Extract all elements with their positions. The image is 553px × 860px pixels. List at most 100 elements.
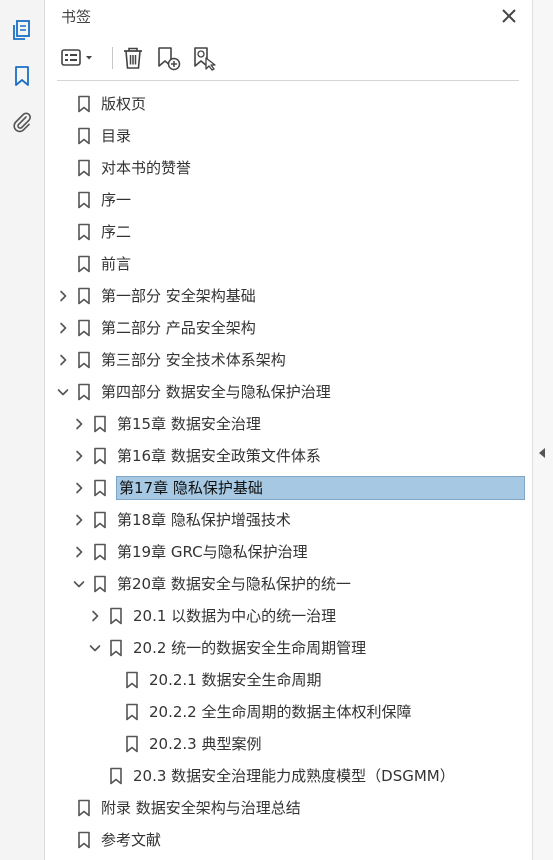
collapse-panel-icon[interactable] bbox=[537, 446, 547, 460]
bookmark-icon bbox=[94, 575, 106, 593]
bookmark-label: 第20章 数据安全与隐私保护的统一 bbox=[117, 575, 351, 593]
bookmark-label: 第16章 数据安全政策文件体系 bbox=[117, 447, 321, 465]
bookmark-icon bbox=[94, 447, 106, 465]
bookmark-label: 20.2 统一的数据安全生命周期管理 bbox=[133, 639, 367, 657]
bookmark-label: 序一 bbox=[101, 191, 132, 209]
bookmarks-panel: 书签 版权页 目录 对本书的赞誉 序一 序二 前言 第一部分 安全架构基础 第二… bbox=[45, 0, 532, 860]
bookmark-item[interactable]: 第19章 GRC与隐私保护治理 bbox=[45, 536, 532, 568]
bookmark-icon bbox=[126, 735, 138, 753]
bookmark-icon bbox=[78, 799, 90, 817]
chevron-right-icon[interactable] bbox=[72, 449, 86, 463]
bookmark-icon bbox=[78, 351, 90, 369]
bookmark-label: 第15章 数据安全治理 bbox=[117, 415, 261, 433]
new-bookmark-icon[interactable] bbox=[153, 44, 183, 72]
bookmark-label: 第一部分 安全架构基础 bbox=[101, 287, 256, 305]
bookmark-icon bbox=[78, 159, 90, 177]
bookmarks-icon[interactable] bbox=[10, 64, 34, 88]
bookmark-label: 参考文献 bbox=[101, 831, 162, 849]
bookmark-item[interactable]: 20.2.1 数据安全生命周期 bbox=[45, 664, 532, 696]
bookmark-icon bbox=[126, 703, 138, 721]
options-menu-button[interactable] bbox=[59, 44, 97, 72]
bookmark-icon bbox=[110, 767, 122, 785]
bookmark-label: 20.2.2 全生命周期的数据主体权利保障 bbox=[149, 703, 412, 721]
bookmark-label: 20.1 以数据为中心的统一治理 bbox=[133, 607, 337, 625]
bookmark-item[interactable]: 序二 bbox=[45, 216, 532, 248]
side-rail bbox=[0, 0, 45, 860]
bookmark-item[interactable]: 20.2 统一的数据安全生命周期管理 bbox=[45, 632, 532, 664]
bookmark-label: 前言 bbox=[101, 255, 132, 273]
bookmark-item[interactable]: 附录 数据安全架构与治理总结 bbox=[45, 792, 532, 824]
bookmark-label: 第三部分 安全技术体系架构 bbox=[101, 351, 286, 369]
close-icon[interactable] bbox=[498, 5, 520, 27]
document-edge bbox=[533, 0, 553, 860]
page-thumbnails-icon[interactable] bbox=[10, 18, 34, 42]
bookmark-item[interactable]: 20.3 数据安全治理能力成熟度模型（DSGMM） bbox=[45, 760, 532, 792]
bookmark-icon bbox=[78, 831, 90, 849]
bookmark-icon bbox=[78, 383, 90, 401]
chevron-right-icon[interactable] bbox=[72, 513, 86, 527]
bookmark-item[interactable]: 第20章 数据安全与隐私保护的统一 bbox=[45, 568, 532, 600]
bookmark-icon bbox=[126, 671, 138, 689]
bookmark-item[interactable]: 前言 bbox=[45, 248, 532, 280]
find-current-bookmark-icon[interactable] bbox=[189, 44, 219, 72]
toolbar-divider bbox=[57, 80, 519, 81]
bookmark-icon bbox=[94, 543, 106, 561]
bookmark-item[interactable]: 第18章 隐私保护增强技术 bbox=[45, 504, 532, 536]
panel-title: 书签 bbox=[61, 8, 92, 26]
bookmark-item[interactable]: 20.1 以数据为中心的统一治理 bbox=[45, 600, 532, 632]
bookmark-label: 20.3 数据安全治理能力成熟度模型（DSGMM） bbox=[133, 767, 455, 785]
bookmark-item[interactable]: 20.2.2 全生命周期的数据主体权利保障 bbox=[45, 696, 532, 728]
bookmark-item[interactable]: 版权页 bbox=[45, 88, 532, 120]
bookmark-item[interactable]: 对本书的赞誉 bbox=[45, 152, 532, 184]
bookmark-icon bbox=[94, 511, 106, 529]
bookmark-item-selected[interactable]: 第17章 隐私保护基础 bbox=[45, 472, 532, 504]
bookmark-label: 20.2.3 典型案例 bbox=[149, 735, 262, 753]
chevron-down-icon[interactable] bbox=[72, 577, 86, 591]
bookmark-label: 附录 数据安全架构与治理总结 bbox=[101, 799, 301, 817]
bookmark-item[interactable]: 第16章 数据安全政策文件体系 bbox=[45, 440, 532, 472]
bookmark-item[interactable]: 参考文献 bbox=[45, 824, 532, 856]
bookmark-label: 第19章 GRC与隐私保护治理 bbox=[117, 543, 308, 561]
bookmark-label: 第18章 隐私保护增强技术 bbox=[117, 511, 291, 529]
bookmark-icon bbox=[78, 255, 90, 273]
bookmark-icon bbox=[94, 479, 106, 497]
bookmark-item[interactable]: 20.2.3 典型案例 bbox=[45, 728, 532, 760]
bookmark-item[interactable]: 序一 bbox=[45, 184, 532, 216]
bookmark-icon bbox=[94, 415, 106, 433]
bookmark-label: 第17章 隐私保护基础 bbox=[116, 476, 525, 500]
chevron-right-icon[interactable] bbox=[56, 289, 70, 303]
attachments-icon[interactable] bbox=[10, 110, 34, 134]
bookmark-label: 目录 bbox=[101, 127, 132, 145]
bookmark-icon bbox=[78, 191, 90, 209]
bookmark-item[interactable]: 第15章 数据安全治理 bbox=[45, 408, 532, 440]
bookmark-label: 第四部分 数据安全与隐私保护治理 bbox=[101, 383, 331, 401]
bookmark-label: 第二部分 产品安全架构 bbox=[101, 319, 256, 337]
bookmark-icon bbox=[78, 319, 90, 337]
chevron-right-icon[interactable] bbox=[56, 321, 70, 335]
bookmark-icon bbox=[110, 639, 122, 657]
delete-bookmark-icon[interactable] bbox=[119, 44, 147, 72]
chevron-right-icon[interactable] bbox=[72, 545, 86, 559]
chevron-right-icon[interactable] bbox=[72, 481, 86, 495]
chevron-right-icon[interactable] bbox=[72, 417, 86, 431]
bookmark-icon bbox=[78, 223, 90, 241]
bookmark-icon bbox=[78, 287, 90, 305]
bookmark-item[interactable]: 第三部分 安全技术体系架构 bbox=[45, 344, 532, 376]
bookmark-label: 版权页 bbox=[101, 95, 147, 113]
bookmark-item[interactable]: 第一部分 安全架构基础 bbox=[45, 280, 532, 312]
bookmark-item[interactable]: 第二部分 产品安全架构 bbox=[45, 312, 532, 344]
bookmark-label: 序二 bbox=[101, 223, 132, 241]
bookmark-label: 20.2.1 数据安全生命周期 bbox=[149, 671, 322, 689]
toolbar-separator bbox=[112, 47, 113, 69]
bookmark-icon bbox=[110, 607, 122, 625]
chevron-right-icon[interactable] bbox=[56, 353, 70, 367]
bookmark-icon bbox=[78, 95, 90, 113]
chevron-down-icon[interactable] bbox=[56, 385, 70, 399]
bookmarks-toolbar bbox=[57, 42, 519, 76]
bookmark-label: 对本书的赞誉 bbox=[101, 159, 192, 177]
chevron-down-icon[interactable] bbox=[88, 641, 102, 655]
bookmark-item[interactable]: 第四部分 数据安全与隐私保护治理 bbox=[45, 376, 532, 408]
bookmark-icon bbox=[78, 127, 90, 145]
bookmark-item[interactable]: 目录 bbox=[45, 120, 532, 152]
chevron-right-icon[interactable] bbox=[88, 609, 102, 623]
